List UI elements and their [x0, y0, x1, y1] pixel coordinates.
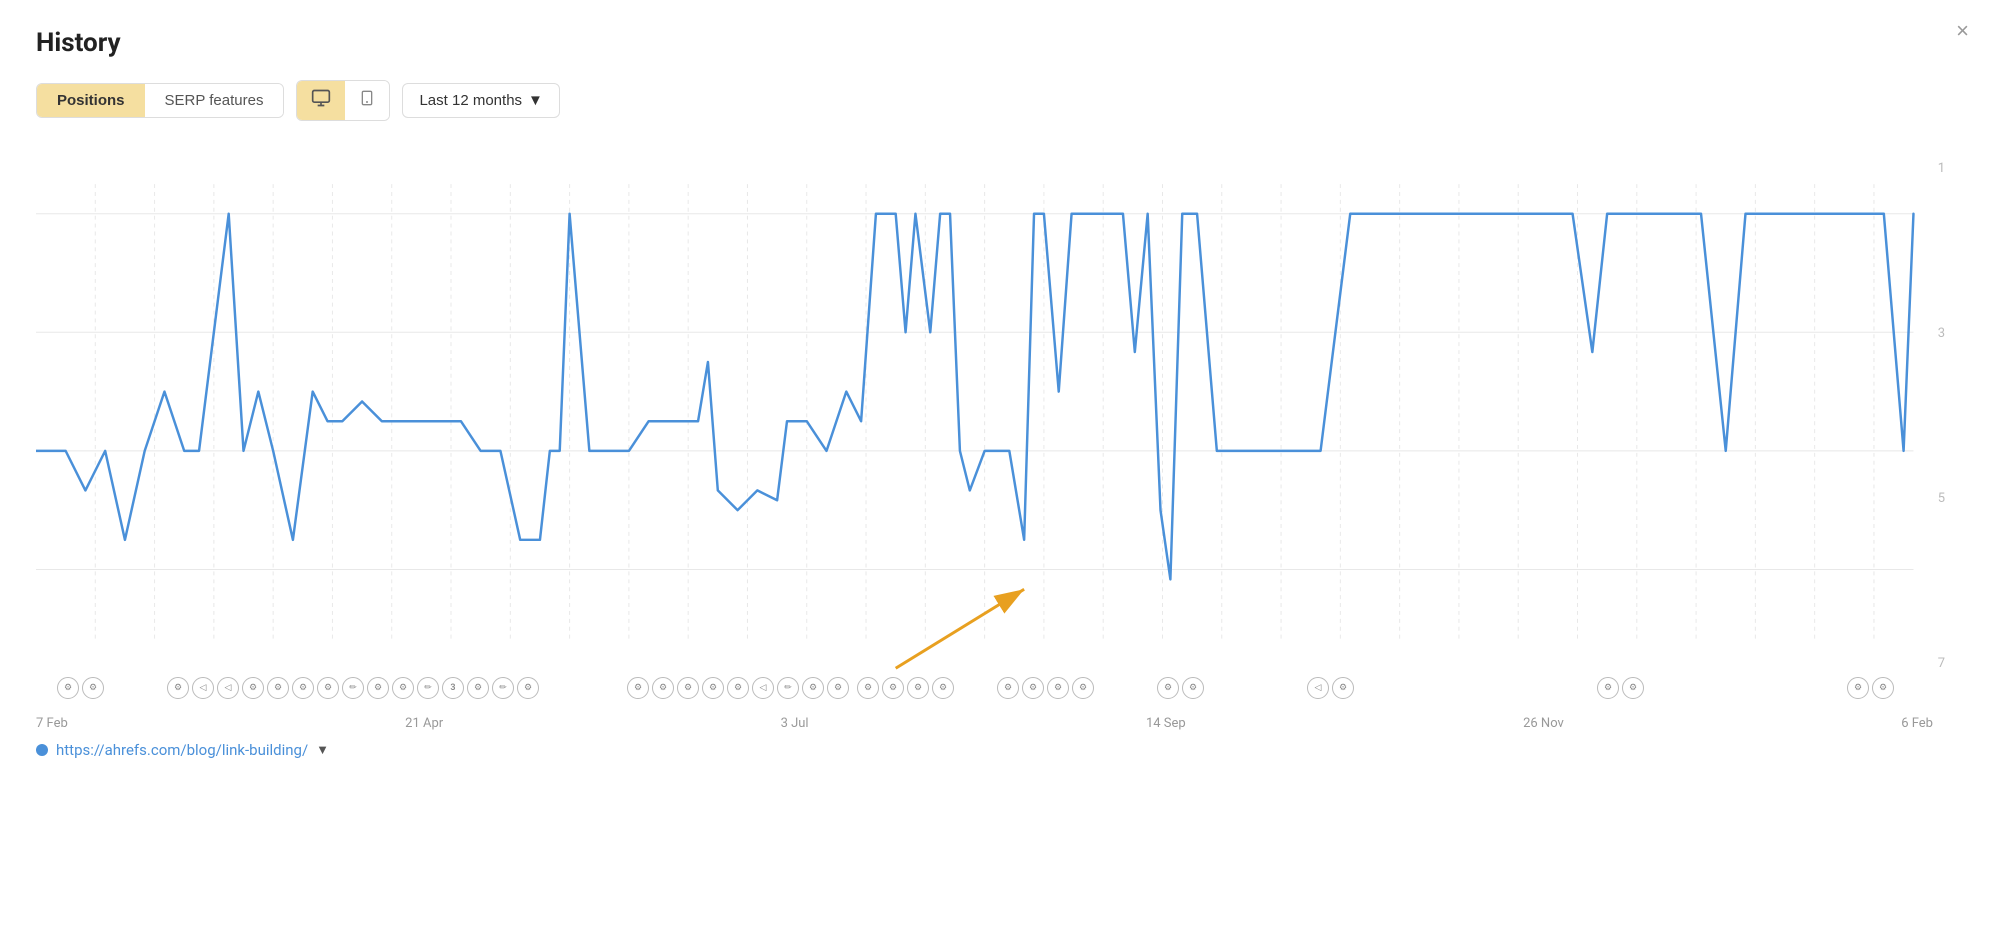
annotation-arrow: [896, 589, 1024, 668]
icon-circle[interactable]: ⚙: [1847, 677, 1869, 699]
icon-circle[interactable]: ⚙: [167, 677, 189, 699]
icon-cluster-4: ⚙ ⚙ ⚙ ⚙ ⚙ ◁ ✏ ⚙ ⚙: [626, 677, 850, 699]
url-indicator-dot: [36, 744, 48, 756]
icon-circle[interactable]: ⚙: [1157, 677, 1179, 699]
modal-title: History: [36, 28, 1963, 58]
date-range-label: Last 12 months: [419, 92, 522, 109]
icon-circle[interactable]: ⚙: [1597, 677, 1619, 699]
date-range-arrow: ▼: [528, 92, 543, 109]
desktop-icon: [311, 88, 331, 108]
icon-cluster-1: ⚙ ⚙: [56, 677, 105, 699]
x-label-14sep: 14 Sep: [1146, 716, 1186, 731]
toolbar: Positions SERP features Last 12 months ▼: [36, 80, 1963, 121]
icon-circle[interactable]: ⚙: [267, 677, 289, 699]
icon-cluster-2: ⚙ ◁ ◁ ⚙ ⚙ ⚙ ⚙ ✏ ⚙ ⚙ ✏ 3: [166, 677, 465, 699]
device-mobile-button[interactable]: [345, 81, 389, 120]
y-label-7: 7: [1938, 656, 1945, 671]
y-label-1: 1: [1938, 161, 1945, 176]
y-label-5: 5: [1938, 491, 1945, 506]
y-label-3: 3: [1938, 326, 1945, 341]
icon-circle[interactable]: ⚙: [1622, 677, 1644, 699]
icon-circle[interactable]: ⚙: [367, 677, 389, 699]
icon-cluster-9: ⚙ ⚙: [1596, 677, 1645, 699]
history-modal: × History Positions SERP features Last 1…: [0, 0, 1999, 946]
close-button[interactable]: ×: [1956, 20, 1969, 42]
icon-circle[interactable]: ⚙: [932, 677, 954, 699]
icon-cluster-7: ⚙ ⚙: [1156, 677, 1205, 699]
view-tab-group: Positions SERP features: [36, 83, 284, 118]
icon-circle[interactable]: ⚙: [702, 677, 724, 699]
chart-svg: [36, 151, 1953, 731]
url-row: https://ahrefs.com/blog/link-building/ ▼: [36, 741, 1963, 759]
icon-circle[interactable]: ⚙: [467, 677, 489, 699]
icon-circle[interactable]: ⚙: [292, 677, 314, 699]
icon-circle[interactable]: ⚙: [827, 677, 849, 699]
icon-circle[interactable]: ✏: [777, 677, 799, 699]
tab-serp-features[interactable]: SERP features: [145, 84, 284, 117]
icon-circle[interactable]: ⚙: [1047, 677, 1069, 699]
x-label-26nov: 26 Nov: [1523, 716, 1564, 731]
chart-line: [36, 214, 1913, 580]
icon-circle[interactable]: ⚙: [727, 677, 749, 699]
icon-circle[interactable]: ⚙: [627, 677, 649, 699]
x-label-21apr: 21 Apr: [405, 716, 443, 731]
x-label-6feb: 6 Feb: [1901, 716, 1933, 731]
x-label-7feb: 7 Feb: [36, 716, 68, 731]
date-range-button[interactable]: Last 12 months ▼: [402, 83, 559, 118]
x-label-3jul: 3 Jul: [781, 716, 809, 731]
icon-circle[interactable]: ⚙: [392, 677, 414, 699]
url-link[interactable]: https://ahrefs.com/blog/link-building/: [56, 741, 308, 759]
icon-circle[interactable]: ⚙: [57, 677, 79, 699]
icon-cluster-8: ◁ ⚙: [1306, 677, 1355, 699]
icon-circle[interactable]: ⚙: [882, 677, 904, 699]
y-axis: 1 3 5 7: [1938, 161, 1945, 671]
icon-cluster-3: ⚙ ✏ ⚙: [466, 677, 540, 699]
device-desktop-button[interactable]: [297, 81, 345, 120]
icon-circle[interactable]: ◁: [752, 677, 774, 699]
icon-circle[interactable]: ✏: [492, 677, 514, 699]
url-dropdown-arrow[interactable]: ▼: [316, 742, 329, 758]
bottom-icons-row: ⚙ ⚙ ⚙ ◁ ◁ ⚙ ⚙ ⚙ ⚙ ✏ ⚙ ⚙ ✏ 3 ⚙ ✏ ⚙: [36, 675, 1933, 701]
chart-container: 1 3 5 7: [36, 151, 1963, 731]
icon-circle[interactable]: ⚙: [1872, 677, 1894, 699]
icon-circle[interactable]: ⚙: [652, 677, 674, 699]
icon-circle[interactable]: ⚙: [1182, 677, 1204, 699]
icon-circle[interactable]: ⚙: [677, 677, 699, 699]
icon-cluster-5: ⚙ ⚙ ⚙ ⚙: [856, 677, 955, 699]
icon-circle[interactable]: ⚙: [802, 677, 824, 699]
icon-circle[interactable]: ⚙: [317, 677, 339, 699]
icon-circle[interactable]: ⚙: [1022, 677, 1044, 699]
mobile-icon: [359, 88, 375, 108]
icon-circle[interactable]: ⚙: [907, 677, 929, 699]
device-tab-group: [296, 80, 390, 121]
icon-circle[interactable]: ◁: [1307, 677, 1329, 699]
icon-circle[interactable]: ◁: [192, 677, 214, 699]
icon-circle[interactable]: 3: [442, 677, 464, 699]
icon-circle[interactable]: ◁: [217, 677, 239, 699]
icon-circle[interactable]: ✏: [417, 677, 439, 699]
icon-circle[interactable]: ⚙: [857, 677, 879, 699]
icon-circle[interactable]: ⚙: [517, 677, 539, 699]
icon-circle[interactable]: ⚙: [1072, 677, 1094, 699]
tab-positions[interactable]: Positions: [37, 84, 145, 117]
icon-circle[interactable]: ✏: [342, 677, 364, 699]
icon-circle[interactable]: ⚙: [82, 677, 104, 699]
icon-circle[interactable]: ⚙: [997, 677, 1019, 699]
x-axis-labels: 7 Feb 21 Apr 3 Jul 14 Sep 26 Nov 6 Feb: [36, 716, 1933, 731]
icon-cluster-10: ⚙ ⚙: [1846, 677, 1895, 699]
icon-circle[interactable]: ⚙: [242, 677, 264, 699]
icon-cluster-6: ⚙ ⚙ ⚙ ⚙: [996, 677, 1095, 699]
icon-circle[interactable]: ⚙: [1332, 677, 1354, 699]
